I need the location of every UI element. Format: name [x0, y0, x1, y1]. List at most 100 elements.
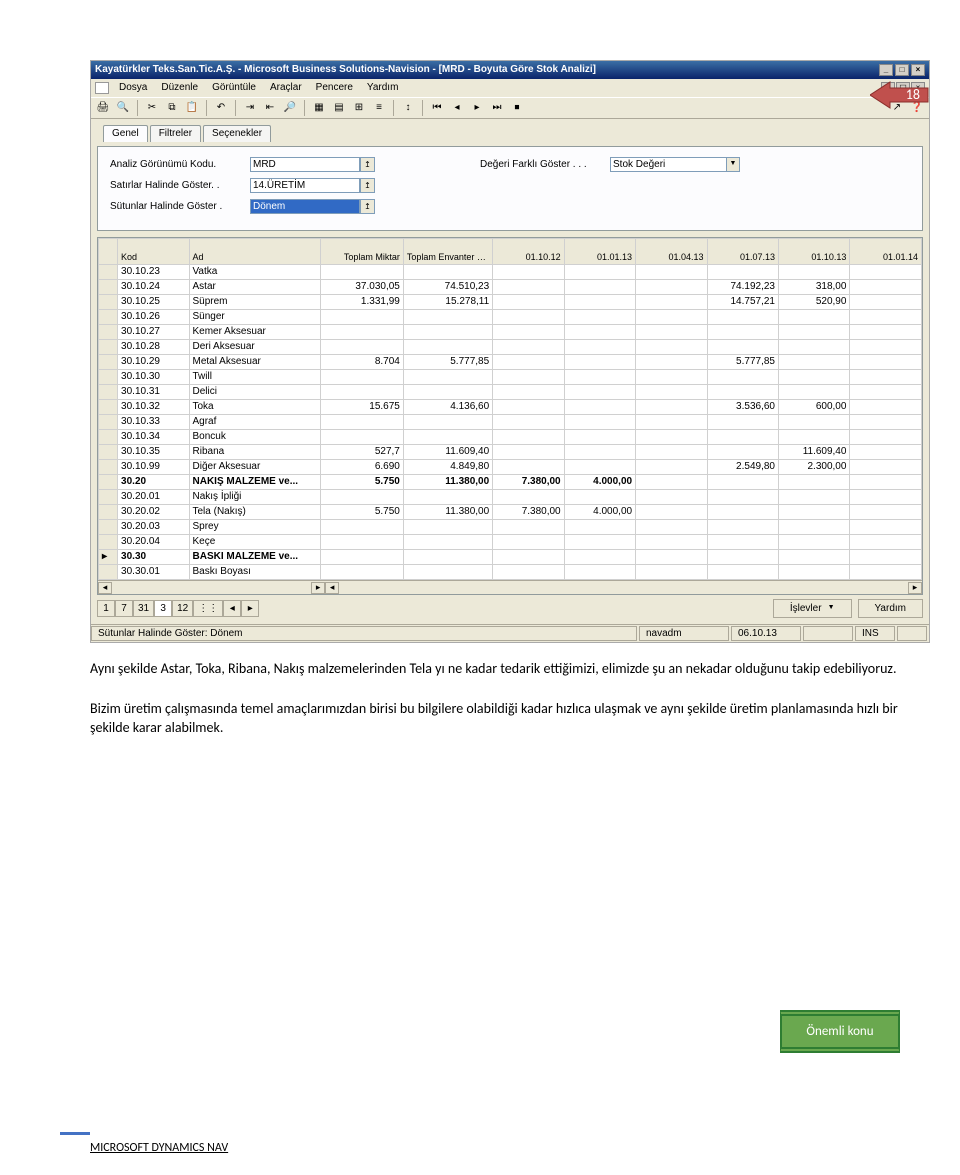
cell-value[interactable]: [778, 520, 849, 535]
cell-value[interactable]: [320, 415, 403, 430]
yardim-button[interactable]: Yardım: [858, 599, 924, 618]
cell-ad[interactable]: Ribana: [189, 445, 320, 460]
cell-value[interactable]: [850, 535, 922, 550]
next-icon[interactable]: ▸: [469, 100, 485, 116]
row-marker[interactable]: [99, 430, 118, 445]
cell-value[interactable]: 11.609,40: [778, 445, 849, 460]
cell-kod[interactable]: 30.20.04: [118, 535, 189, 550]
cell-value[interactable]: [493, 325, 564, 340]
cell-value[interactable]: 318,00: [778, 280, 849, 295]
cell-value[interactable]: [850, 565, 922, 580]
cell-value[interactable]: [850, 310, 922, 325]
row-marker[interactable]: [99, 460, 118, 475]
cell-kod[interactable]: 30.20.02: [118, 505, 189, 520]
row-header-corner[interactable]: [99, 239, 118, 265]
cell-value[interactable]: [564, 415, 635, 430]
cell-value[interactable]: [707, 415, 778, 430]
cell-value[interactable]: 4.000,00: [564, 475, 635, 490]
cell-value[interactable]: [320, 430, 403, 445]
cell-value[interactable]: [707, 265, 778, 280]
table-row[interactable]: 30.20.04Keçe: [99, 535, 922, 550]
cell-value[interactable]: [493, 565, 564, 580]
cell-value[interactable]: [707, 535, 778, 550]
menu-araclar[interactable]: Araçlar: [264, 81, 308, 95]
row-marker[interactable]: [99, 385, 118, 400]
cell-value[interactable]: [636, 370, 707, 385]
table-row[interactable]: 30.10.35Ribana527,711.609,4011.609,40: [99, 445, 922, 460]
cell-value[interactable]: [564, 355, 635, 370]
grid1-icon[interactable]: ▦: [311, 100, 327, 116]
cell-kod[interactable]: 30.20: [118, 475, 189, 490]
cell-value[interactable]: [636, 460, 707, 475]
cell-value[interactable]: [636, 490, 707, 505]
cell-value[interactable]: [707, 475, 778, 490]
table-row[interactable]: ▸30.30BASKI MALZEME ve...: [99, 550, 922, 565]
cell-value[interactable]: 4.000,00: [564, 505, 635, 520]
cell-value[interactable]: [564, 535, 635, 550]
period-nav-button[interactable]: 7: [115, 600, 133, 617]
data-grid[interactable]: KodAdToplam MiktarToplam Envanter De...0…: [97, 237, 923, 595]
cell-value[interactable]: 600,00: [778, 400, 849, 415]
cell-value[interactable]: [778, 535, 849, 550]
row-marker[interactable]: [99, 265, 118, 280]
cell-kod[interactable]: 30.10.23: [118, 265, 189, 280]
cell-value[interactable]: [403, 520, 492, 535]
cell-value[interactable]: [707, 565, 778, 580]
cell-value[interactable]: [778, 430, 849, 445]
row-marker[interactable]: [99, 535, 118, 550]
cell-value[interactable]: [636, 400, 707, 415]
cell-ad[interactable]: Vatka: [189, 265, 320, 280]
cell-value[interactable]: [778, 310, 849, 325]
minimize-button[interactable]: _: [879, 64, 893, 76]
preview-icon[interactable]: 🔍: [115, 100, 131, 116]
cell-value[interactable]: [707, 550, 778, 565]
period-nav-button[interactable]: ◂: [223, 600, 241, 617]
cell-value[interactable]: [707, 430, 778, 445]
cell-value[interactable]: [493, 340, 564, 355]
satirlar-lookup[interactable]: ↥: [360, 178, 375, 193]
cell-value[interactable]: [493, 520, 564, 535]
column-header[interactable]: 01.10.13: [778, 239, 849, 265]
horizontal-scrollbar[interactable]: ◂ ▸ ◂ ▸: [98, 580, 922, 594]
cell-value[interactable]: [403, 325, 492, 340]
cell-value[interactable]: [403, 490, 492, 505]
cell-value[interactable]: [636, 280, 707, 295]
cell-value[interactable]: [707, 310, 778, 325]
table-row[interactable]: 30.20.03Sprey: [99, 520, 922, 535]
row-marker[interactable]: ▸: [99, 550, 118, 565]
cell-value[interactable]: 1.331,99: [320, 295, 403, 310]
column-header[interactable]: 01.04.13: [636, 239, 707, 265]
cell-value[interactable]: [850, 400, 922, 415]
degeri-select[interactable]: Stok Değeri ▼: [610, 157, 740, 172]
cell-value[interactable]: [493, 400, 564, 415]
close-button[interactable]: ×: [911, 64, 925, 76]
row-marker[interactable]: [99, 325, 118, 340]
cell-value[interactable]: [403, 310, 492, 325]
cell-value[interactable]: [850, 265, 922, 280]
sutunlar-lookup[interactable]: ↥: [360, 199, 375, 214]
cell-value[interactable]: [564, 400, 635, 415]
row-marker[interactable]: [99, 565, 118, 580]
outdent-icon[interactable]: ⇤: [262, 100, 278, 116]
period-nav-button[interactable]: 1: [97, 600, 115, 617]
cell-value[interactable]: [320, 550, 403, 565]
print-icon[interactable]: 🖨: [95, 100, 111, 116]
cell-value[interactable]: [636, 520, 707, 535]
cell-value[interactable]: [564, 280, 635, 295]
cell-value[interactable]: [564, 265, 635, 280]
table-row[interactable]: 30.10.27Kemer Aksesuar: [99, 325, 922, 340]
cell-value[interactable]: [707, 505, 778, 520]
cell-value[interactable]: [493, 355, 564, 370]
column-header[interactable]: 01.07.13: [707, 239, 778, 265]
cell-value[interactable]: [636, 505, 707, 520]
cell-value[interactable]: [564, 430, 635, 445]
cell-ad[interactable]: Delici: [189, 385, 320, 400]
cell-value[interactable]: [850, 460, 922, 475]
table-row[interactable]: 30.10.32Toka15.6754.136,603.536,60600,00: [99, 400, 922, 415]
cell-value[interactable]: [778, 565, 849, 580]
cell-value[interactable]: [850, 325, 922, 340]
indent-icon[interactable]: ⇥: [242, 100, 258, 116]
table-row[interactable]: 30.10.33Agraf: [99, 415, 922, 430]
cell-value[interactable]: [493, 385, 564, 400]
cell-value[interactable]: [320, 325, 403, 340]
